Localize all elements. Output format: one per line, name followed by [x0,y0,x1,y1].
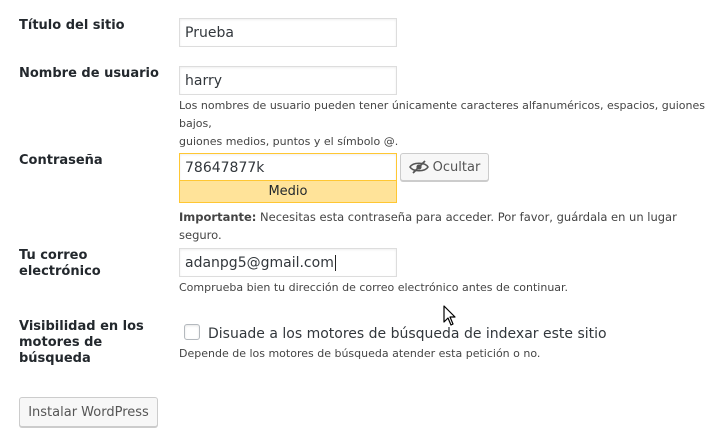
search-engine-checkbox-label[interactable]: Disuade a los motores de búsqueda de ind… [208,325,607,343]
hide-password-label: Ocultar [432,159,481,175]
password-strength-text: Medio [268,184,308,199]
email-help: Comprueba bien tu dirección de correo el… [179,281,569,294]
visibility-label-line3: búsqueda [19,351,91,366]
site-title-value: Prueba [185,24,234,41]
install-wordpress-label: Instalar WordPress [28,404,149,420]
username-label: Nombre de usuario [19,66,159,81]
password-note-strong: Importante: [179,210,257,224]
password-label: Contraseña [19,153,103,168]
password-value: 78647877k [185,159,265,176]
email-label-line2: electrónico [19,264,101,279]
username-input[interactable]: harry [179,66,397,95]
mouse-cursor-icon [443,305,457,331]
username-help-line1: Los nombres de usuario pueden tener únic… [179,99,705,130]
email-label: Tu correo electrónico [19,248,101,280]
email-value: adanpg5@gmail.com [185,254,334,271]
visibility-label-line1: Visibilidad en los [19,319,144,334]
username-help-line2: guiones medios, puntos y el símbolo @. [179,135,399,148]
password-strength-meter: Medio [179,180,397,203]
visibility-label: Visibilidad en los motores de búsqueda [19,319,144,367]
site-title-label: Título del sitio [19,18,125,33]
password-input[interactable]: 78647877k [179,153,397,181]
visibility-label-line2: motores de [19,335,103,350]
username-help: Los nombres de usuario pueden tener únic… [179,97,723,151]
install-wordpress-button[interactable]: Instalar WordPress [19,397,158,427]
site-title-input[interactable]: Prueba [179,18,397,47]
search-engine-checkbox[interactable] [184,324,200,340]
eye-slash-icon [408,159,429,175]
username-value: harry [185,72,223,89]
text-caret [334,254,336,271]
visibility-help: Depende de los motores de búsqueda atend… [179,347,541,360]
hide-password-button[interactable]: Ocultar [400,153,489,181]
password-note: Importante: Necesitas esta contraseña pa… [179,208,723,244]
email-label-line1: Tu correo [19,248,88,263]
email-input[interactable]: adanpg5@gmail.com [179,248,397,277]
